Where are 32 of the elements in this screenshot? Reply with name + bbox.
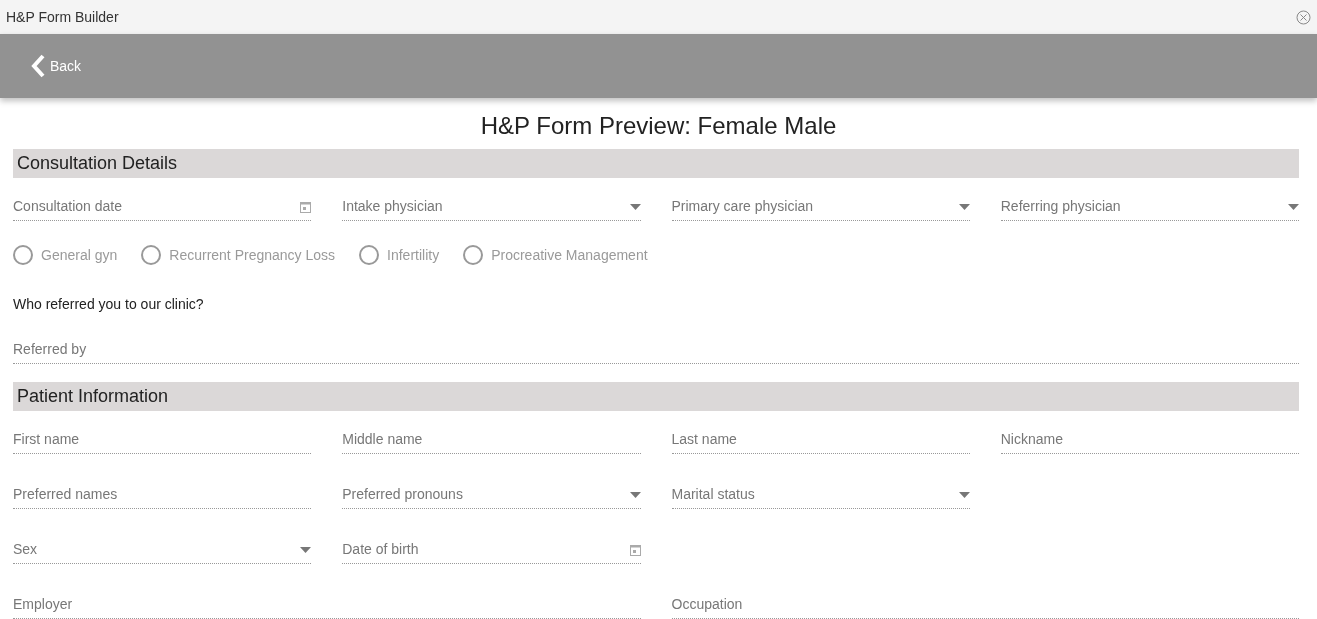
calendar-icon: [300, 200, 312, 213]
close-icon[interactable]: [1296, 9, 1311, 25]
input-field[interactable]: Middle name: [342, 420, 641, 454]
input-field[interactable]: Employer: [13, 585, 641, 619]
chevron-left-icon: [30, 54, 46, 78]
calendar-icon: [629, 543, 641, 556]
dropdown-caret-icon: [958, 491, 970, 498]
back-button[interactable]: Back: [28, 52, 84, 80]
input-field[interactable]: Nickname: [1000, 420, 1299, 454]
section-header: Consultation Details: [13, 148, 1299, 178]
section-header: Patient Information: [13, 381, 1299, 411]
dropdown-field[interactable]: Intake physician: [342, 187, 641, 221]
dropdown-field[interactable]: Preferred pronouns: [342, 475, 641, 509]
input-field[interactable]: Last name: [671, 420, 970, 454]
question-text: Who referred you to our clinic?: [13, 294, 205, 314]
window-title: H&P Form Builder: [6, 7, 119, 27]
dropdown-field[interactable]: Marital status: [671, 475, 970, 509]
dropdown-caret-icon: [629, 203, 641, 210]
dropdown-field[interactable]: Primary care physician: [671, 187, 970, 221]
date-field[interactable]: Date of birth: [342, 530, 641, 564]
dropdown-caret-icon: [629, 491, 641, 498]
input-field[interactable]: First name: [13, 420, 312, 454]
dropdown-field[interactable]: Sex: [13, 530, 312, 564]
dropdown-caret-icon: [958, 203, 970, 210]
input-field[interactable]: Occupation: [671, 585, 1299, 619]
input-field[interactable]: Referred by: [13, 330, 1299, 364]
input-field[interactable]: Preferred names: [13, 475, 312, 509]
dropdown-caret-icon: [1288, 203, 1299, 210]
dropdown-caret-icon: [300, 546, 312, 553]
date-field[interactable]: Consultation date: [13, 187, 312, 221]
dropdown-field[interactable]: Referring physician: [1000, 187, 1299, 221]
page-title: H&P Form Preview: Female Male: [479, 112, 838, 141]
